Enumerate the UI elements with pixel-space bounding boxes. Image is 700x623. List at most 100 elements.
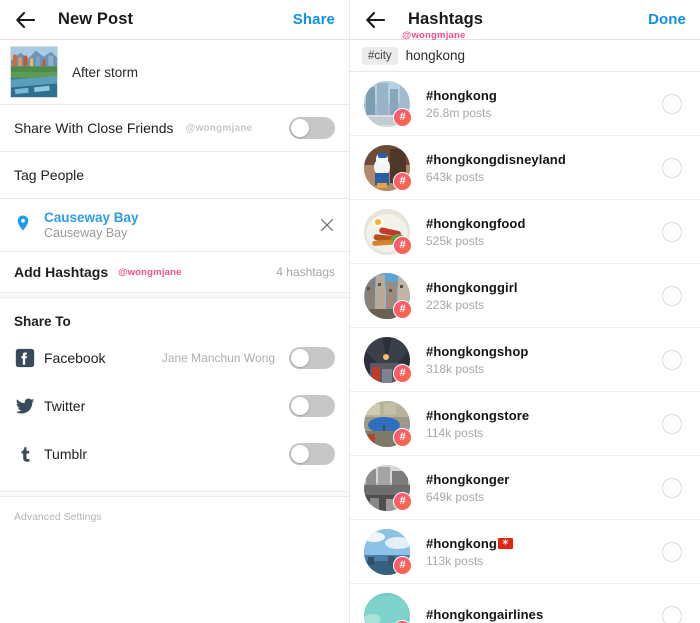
tag-people-row[interactable]: Tag People bbox=[0, 152, 349, 198]
facebook-icon bbox=[14, 347, 36, 369]
list-item[interactable]: # #hongkongairlines bbox=[350, 584, 700, 623]
avatar-wrap: # bbox=[364, 208, 412, 255]
caption-text[interactable]: After storm bbox=[72, 65, 138, 80]
tag-texts: #hongkonggirl 223k posts bbox=[426, 280, 518, 312]
select-radio[interactable] bbox=[662, 221, 682, 242]
tag-texts: #hongkongairlines bbox=[426, 607, 543, 623]
list-item[interactable]: # #hongkongshop 318k posts bbox=[350, 328, 700, 392]
hashtag-name: #hongkong bbox=[426, 536, 513, 551]
post-photo-thumbnail[interactable] bbox=[10, 46, 58, 98]
select-radio[interactable] bbox=[662, 413, 682, 434]
location-row[interactable]: Causeway Bay Causeway Bay bbox=[0, 199, 349, 251]
select-radio[interactable] bbox=[662, 157, 682, 178]
list-item[interactable]: # #hongkong 113k posts bbox=[350, 520, 700, 584]
hashtag-badge-icon: # bbox=[393, 299, 412, 319]
tumblr-label: Tumblr bbox=[44, 446, 88, 462]
hashtag-post-count: 113k posts bbox=[426, 553, 484, 568]
add-hashtags-label: Add Hashtags bbox=[14, 264, 109, 280]
new-post-screen: New Post Share After storm Share With Cl… bbox=[0, 0, 350, 623]
close-friends-row[interactable]: Share With Close Friends @wongmjane bbox=[0, 105, 349, 151]
list-item[interactable]: # #hongkongfood 525k posts bbox=[350, 200, 700, 264]
caption-row[interactable]: After storm bbox=[0, 40, 349, 104]
page-title: New Post bbox=[58, 10, 134, 28]
page-title: Hashtags bbox=[408, 10, 484, 28]
avatar-wrap: # bbox=[364, 80, 412, 127]
avatar bbox=[364, 592, 410, 623]
hashtag-name: #hongkongairlines bbox=[426, 606, 544, 622]
watermark-hashtags: @wongmjane bbox=[118, 266, 182, 278]
close-icon[interactable] bbox=[319, 217, 335, 233]
hashtag-post-count: 525k posts bbox=[426, 233, 485, 248]
share-row-tumblr[interactable]: Tumblr bbox=[0, 435, 349, 473]
hashtag-name: #hongkonggirl bbox=[426, 279, 518, 295]
hashtag-name: #hongkongfood bbox=[426, 215, 526, 231]
close-friends-toggle[interactable] bbox=[289, 117, 335, 139]
hashtag-post-count: 643k posts bbox=[426, 169, 485, 184]
hashtag-name: #hongkongshop bbox=[426, 343, 529, 359]
tag-texts: #hongkongdisneyland 643k posts bbox=[426, 152, 566, 184]
hashtag-count: 4 hashtags bbox=[276, 265, 335, 279]
list-item[interactable]: # #hongkong 26.8m posts bbox=[350, 72, 700, 136]
list-item[interactable]: # #hongkongstore 114k posts bbox=[350, 392, 700, 456]
twitter-label: Twitter bbox=[44, 398, 86, 414]
search-input[interactable]: hongkong bbox=[406, 48, 465, 63]
twitter-toggle[interactable] bbox=[289, 395, 335, 417]
hashtag-badge-icon: # bbox=[393, 427, 412, 447]
tag-texts: #hongkonger 649k posts bbox=[426, 472, 509, 504]
location-pin-icon bbox=[14, 214, 32, 237]
hashtag-name: #hongkonger bbox=[426, 471, 510, 487]
category-chip-city[interactable]: #city bbox=[362, 46, 398, 65]
tag-texts: #hongkongstore 114k posts bbox=[426, 408, 529, 440]
left-navbar: New Post Share bbox=[0, 0, 349, 40]
hashtag-badge-icon: # bbox=[393, 491, 412, 511]
hashtag-post-count: 26.8m posts bbox=[426, 105, 492, 120]
share-button[interactable]: Share bbox=[293, 11, 335, 28]
avatar-wrap: # bbox=[364, 464, 412, 511]
share-row-twitter[interactable]: Twitter bbox=[0, 387, 349, 425]
location-subtitle: Causeway Bay bbox=[44, 226, 128, 240]
select-radio[interactable] bbox=[662, 541, 682, 562]
hashtag-badge-icon: # bbox=[393, 363, 412, 383]
select-radio[interactable] bbox=[662, 93, 682, 114]
select-radio[interactable] bbox=[662, 285, 682, 306]
avatar-wrap: # bbox=[364, 592, 412, 623]
select-radio[interactable] bbox=[662, 349, 682, 370]
hashtag-post-count: 318k posts bbox=[426, 361, 485, 376]
tag-texts: #hongkong 113k posts bbox=[426, 536, 513, 568]
add-hashtags-row[interactable]: Add Hashtags @wongmjane 4 hashtags bbox=[0, 252, 349, 292]
hashtag-name: #hongkong bbox=[426, 87, 497, 103]
avatar-wrap: # bbox=[364, 528, 412, 575]
select-radio[interactable] bbox=[662, 477, 682, 498]
share-to-title: Share To bbox=[14, 314, 71, 329]
list-item[interactable]: # #hongkongdisneyland 643k posts bbox=[350, 136, 700, 200]
dual-screenshot-container: New Post Share After storm Share With Cl… bbox=[0, 0, 700, 623]
hashtag-post-count: 114k posts bbox=[426, 425, 484, 440]
hashtag-post-count: 649k posts bbox=[426, 489, 485, 504]
hong-kong-flag-icon bbox=[497, 537, 513, 549]
tag-people-label: Tag People bbox=[14, 167, 85, 183]
share-row-facebook[interactable]: Facebook Jane Manchun Wong bbox=[0, 339, 349, 377]
location-texts: Causeway Bay Causeway Bay bbox=[44, 210, 139, 240]
back-arrow-icon[interactable] bbox=[14, 8, 38, 32]
close-friends-label: Share With Close Friends bbox=[14, 120, 174, 136]
hashtag-badge-icon: # bbox=[393, 171, 412, 191]
hashtag-badge-icon: # bbox=[393, 555, 412, 575]
toggle-knob bbox=[291, 397, 309, 415]
hashtag-badge-icon: # bbox=[393, 107, 412, 127]
advanced-settings-link[interactable]: Advanced Settings bbox=[0, 497, 349, 537]
tag-texts: #hongkong 26.8m posts bbox=[426, 88, 497, 120]
watermark-close-friends: @wongmjane bbox=[185, 122, 253, 134]
done-button[interactable]: Done bbox=[648, 11, 686, 28]
select-radio[interactable] bbox=[662, 605, 682, 623]
avatar-wrap: # bbox=[364, 144, 412, 191]
right-navbar: Hashtags @wongmjane Done bbox=[350, 0, 700, 41]
avatar-wrap: # bbox=[364, 272, 412, 319]
tag-texts: #hongkongshop 318k posts bbox=[426, 344, 528, 376]
back-arrow-icon[interactable] bbox=[364, 8, 388, 32]
list-item[interactable]: # #hongkonger 649k posts bbox=[350, 456, 700, 520]
facebook-toggle[interactable] bbox=[289, 347, 335, 369]
hashtag-search-bar[interactable]: #city hongkong bbox=[350, 40, 700, 72]
list-item[interactable]: # #hongkonggirl 223k posts bbox=[350, 264, 700, 328]
hashtag-badge-icon: # bbox=[393, 235, 412, 255]
tumblr-toggle[interactable] bbox=[289, 443, 335, 465]
